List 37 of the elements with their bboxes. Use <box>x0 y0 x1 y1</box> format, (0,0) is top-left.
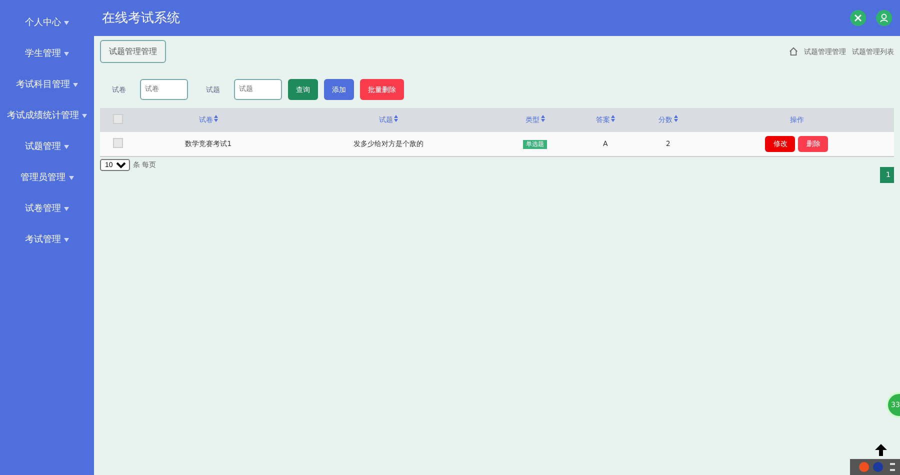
ime-toolbar-drawing[interactable] <box>850 459 900 475</box>
caret-icon <box>64 238 69 242</box>
sort-icon[interactable] <box>394 115 398 122</box>
menu-label: 考试管理 <box>25 234 61 246</box>
sidebar-item[interactable]: 考试成绩统计管理 <box>0 105 94 126</box>
menu-label: 考试成绩统计管理 <box>7 110 79 122</box>
sidebar-item[interactable]: 管理员管理 <box>0 167 94 188</box>
sidebar-item[interactable]: 考试管理 <box>0 229 94 250</box>
menu-label: 学生管理 <box>25 48 61 60</box>
app-title: 在线考试系统 <box>102 10 180 27</box>
sort-icon[interactable] <box>674 115 678 122</box>
sidebar-item[interactable]: 个人中心 <box>0 12 94 33</box>
checkbox[interactable] <box>112 138 123 148</box>
sort-icon[interactable] <box>540 115 545 122</box>
user-icon[interactable] <box>876 10 892 26</box>
sidebar-item[interactable]: 试卷管理 <box>0 198 94 219</box>
menu-label: 考试科目管理 <box>16 78 70 92</box>
sidebar-item[interactable]: 试题管理 <box>0 136 94 157</box>
sidebar-item[interactable]: 学生管理 <box>0 43 94 64</box>
caret-icon <box>64 206 69 210</box>
sort-icon[interactable] <box>610 115 615 122</box>
caret-icon <box>82 114 87 118</box>
caret-icon <box>64 20 69 24</box>
caret-icon <box>64 52 69 56</box>
caret-icon <box>64 144 69 148</box>
menu-label: 试题管理 <box>25 140 61 154</box>
up-arrow-icon[interactable] <box>874 443 888 457</box>
menu-label: 试卷管理 <box>25 202 61 216</box>
menu-label: 个人中心 <box>25 16 61 30</box>
sidebar-item[interactable]: 考试科目管理 <box>0 74 94 95</box>
home-icon[interactable] <box>789 47 798 56</box>
caret-icon <box>73 82 78 86</box>
caret-icon <box>68 176 74 180</box>
sort-icon[interactable] <box>214 115 218 122</box>
menu-label: 管理员管理 <box>20 172 66 184</box>
page-tab[interactable]: 试题管理管理 <box>100 40 166 63</box>
checkbox[interactable] <box>112 114 123 124</box>
